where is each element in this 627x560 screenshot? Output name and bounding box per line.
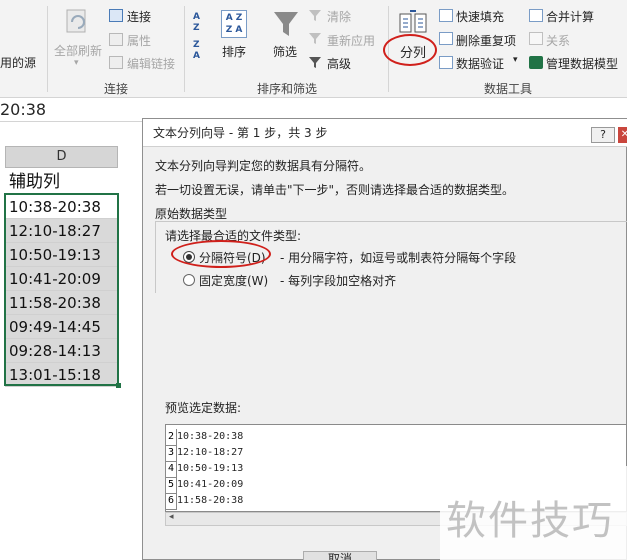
dialog-title-bar[interactable]: 文本分列向导 - 第 1 步，共 3 步 bbox=[143, 119, 627, 147]
connections-icon bbox=[109, 9, 123, 22]
option-fixed-label[interactable]: 固定宽度(W) bbox=[199, 272, 268, 289]
group-label-sort-filter: 排序和筛选 bbox=[257, 82, 318, 96]
preview-row: 2 10:38-20:38 bbox=[166, 429, 243, 446]
preview-row: 6 11:58-20:38 bbox=[166, 493, 243, 510]
watermark: 软件技巧 bbox=[446, 498, 614, 544]
refresh-all-button[interactable]: 全部刷新 bbox=[54, 42, 102, 59]
preview-row: 5 10:41-20:09 bbox=[166, 477, 243, 494]
red-circle-annotation bbox=[383, 34, 437, 66]
red-circle-annotation bbox=[171, 240, 271, 268]
formula-bar-value: 20:38 bbox=[0, 100, 47, 119]
consolidate-icon bbox=[529, 9, 543, 22]
help-button[interactable]: ? bbox=[591, 127, 615, 143]
sort-icon: A ZZ A bbox=[221, 10, 247, 38]
remove-duplicates-icon bbox=[439, 32, 453, 45]
clear-button[interactable]: 清除 bbox=[327, 8, 351, 25]
advanced-filter-icon bbox=[308, 56, 322, 69]
relationships-button[interactable]: 关系 bbox=[546, 32, 570, 49]
chevron-down-icon[interactable]: ▾ bbox=[74, 58, 79, 68]
preview-row: 4 10:50-19:13 bbox=[166, 461, 243, 478]
ribbon-separator bbox=[47, 6, 48, 92]
dialog-line-1: 文本分列向导判定您的数据具有分隔符。 bbox=[155, 159, 372, 173]
edit-links-icon bbox=[109, 56, 123, 69]
fill-handle[interactable] bbox=[116, 383, 121, 388]
group-label-data-tools: 数据工具 bbox=[484, 82, 533, 96]
reapply-button[interactable]: 重新应用 bbox=[327, 32, 375, 49]
flash-fill-button[interactable]: 快速填充 bbox=[456, 8, 504, 25]
flash-fill-icon bbox=[439, 9, 453, 22]
properties-button[interactable]: 属性 bbox=[127, 32, 151, 49]
preview-row: 3 12:10-18:27 bbox=[166, 445, 243, 462]
data-model-icon bbox=[529, 56, 543, 69]
ribbon: 用的源 全部刷新 ▾ 连接 属性 编辑链接 连接 A Z Z A A ZZ A … bbox=[0, 0, 627, 98]
manage-data-model-button[interactable]: 管理数据模型 bbox=[546, 55, 618, 72]
text-to-columns-icon bbox=[398, 10, 428, 36]
clear-filter-icon bbox=[308, 9, 322, 22]
selection-border bbox=[4, 193, 119, 386]
remove-duplicates-button[interactable]: 删除重复项 bbox=[456, 32, 516, 49]
reapply-icon bbox=[308, 32, 322, 45]
sort-button[interactable]: 排序 bbox=[222, 43, 246, 60]
connections-button[interactable]: 连接 bbox=[127, 8, 151, 25]
data-validation-button[interactable]: 数据验证 bbox=[456, 55, 504, 72]
scroll-left-icon: ◂ bbox=[169, 512, 174, 522]
preview-label: 预览选定数据: bbox=[165, 401, 242, 415]
advanced-button[interactable]: 高级 bbox=[327, 55, 351, 72]
consolidate-button[interactable]: 合并计算 bbox=[546, 8, 594, 25]
column-header-d[interactable]: D bbox=[5, 146, 118, 168]
properties-icon bbox=[109, 33, 123, 46]
data-validation-icon bbox=[439, 56, 453, 69]
edit-links-button[interactable]: 编辑链接 bbox=[127, 55, 175, 72]
cancel-button[interactable]: 取消 bbox=[303, 551, 377, 560]
close-button[interactable]: ✕ bbox=[618, 127, 627, 143]
filter-icon bbox=[272, 10, 300, 40]
radio-fixed-width[interactable] bbox=[183, 274, 195, 286]
refresh-all-icon bbox=[64, 8, 90, 36]
group-title: 原始数据类型 bbox=[155, 207, 228, 221]
cell-d1[interactable]: 辅助列 bbox=[5, 170, 118, 194]
group-label-connections: 连接 bbox=[104, 82, 129, 96]
filter-button[interactable]: 筛选 bbox=[273, 43, 297, 60]
from-source-button[interactable]: 用的源 bbox=[0, 54, 36, 71]
dialog-title: 文本分列向导 - 第 1 步，共 3 步 bbox=[153, 126, 328, 140]
relationships-icon bbox=[529, 32, 543, 45]
option-delimited-desc: - 用分隔字符，如逗号或制表符分隔每个字段 bbox=[280, 251, 517, 265]
ribbon-separator bbox=[184, 6, 185, 92]
sort-ascending-icon[interactable]: A Z bbox=[193, 12, 209, 42]
chevron-down-icon[interactable]: ▾ bbox=[513, 55, 518, 65]
sort-descending-icon[interactable]: Z A bbox=[193, 40, 209, 64]
dialog-line-2: 若一切设置无误，请单击"下一步"，否则请选择最合适的数据类型。 bbox=[155, 183, 515, 197]
option-fixed-desc: - 每列字段加空格对齐 bbox=[280, 274, 397, 288]
